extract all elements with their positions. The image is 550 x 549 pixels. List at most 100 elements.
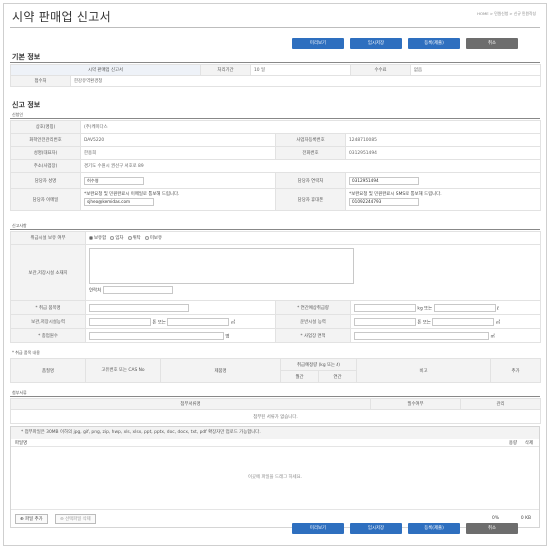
contact-label: 연락처 [89,288,102,294]
upload-panel: * 첨부파일은 30MB 이하의 jpg, gif, png, zip, hwp… [10,426,540,528]
annual-unit-l: ℓ [497,306,499,311]
transport-label: 운반시설 능력 [275,314,351,329]
submit-button[interactable]: 등록(제출) [408,38,460,49]
col-product: 제품명 [160,358,281,383]
add-file-label: 파일 추가 [25,517,43,522]
temp-save-button[interactable]: 임시저장 [350,38,402,49]
form-name: 시약 판매업 신고서 [9,64,202,76]
col-month: 월간 [280,370,319,383]
col-del: 삭제 [524,441,533,446]
add-goods-button[interactable]: 추가 [490,358,542,383]
addr-value: 경기도 수원시 권선구 서호로 89 [79,159,542,173]
biz-no-label: 사업자등록번호 [275,133,346,147]
preview-button[interactable]: 미리보기 [292,38,344,49]
storage-yn-label: 취급시설 보유 여부 [10,231,86,245]
basic-divider [10,62,540,63]
company-label: 상호(명칭) [10,120,81,134]
radio-lease[interactable] [110,235,115,240]
transport-m3-input[interactable] [432,317,495,326]
col-amount: 취급예정량 (kg 또는 ℓ) [279,358,358,371]
title-divider [10,27,540,28]
drop-zone[interactable]: 이곳에 파일을 드래그 하세요. [11,447,539,509]
goods-table: 품질명 고유번호 또는 CAS No 제품명 취급예정량 (kg 또는 ℓ) 비… [10,358,542,383]
manager-name-input[interactable]: 허수영 [84,176,144,185]
period-label: 처리기간 [200,64,252,76]
company-value: (주)케미다스 [79,120,542,134]
biz-no-value: 1248710085 [344,133,542,147]
storage-addr-textarea[interactable] [89,248,354,284]
agency-label: 접수처 [10,75,71,87]
col-manage: 관리 [460,398,541,410]
fee-value: 없음 [410,64,542,76]
transport-ton-input[interactable] [354,317,416,326]
basic-info-table: 시약 판매업 신고서 처리기간 10 일 수수료 없음 접수처 한강유역환경청 [9,64,542,87]
col-doc: 첨부서류명 [10,398,371,410]
attach-table: 첨부서류명 필수여부 관리 첨부된 서류가 없습니다. [10,398,541,424]
agency-value: 한강유역환경청 [69,75,542,87]
hazard-input[interactable] [89,303,189,312]
capacity-m3-input[interactable] [167,317,230,326]
radio-lease-label: 임차 [115,236,124,241]
radio-none-label: 미보유 [149,236,162,241]
clip-icon: ⊕ [20,517,24,522]
staff-input[interactable] [89,331,224,340]
phone-label: 전화번호 [275,146,346,160]
area-unit: ㎡ [490,334,495,339]
radio-own[interactable] [89,235,93,240]
upload-size: 0 KB [520,516,531,521]
temp-save-button-bottom[interactable]: 임시저장 [350,523,402,534]
add-file-button[interactable]: ⊕ 파일 추가 [15,514,48,524]
capacity-ton-input[interactable] [89,317,151,326]
cancel-button[interactable]: 취소 [466,38,518,49]
breadcrumb[interactable]: HOME > 민원신청 > 신규 민원작성 [477,11,536,17]
upload-notice: * 첨부파일은 30MB 이하의 jpg, gif, png, zip, hwp… [11,427,539,439]
mobile-label: 담당자 휴대폰 [275,188,346,211]
radio-consign[interactable] [127,235,132,240]
area-label: * 사업장 면적 [275,328,351,343]
items-divider [10,229,540,230]
report-divider [10,118,540,119]
fee-label: 수수료 [350,64,412,76]
contact-input[interactable] [102,286,173,294]
manager-contact-input[interactable]: 0312951494 [349,176,419,185]
transport-unit-m3: ㎥ [495,320,501,325]
col-size: 용량 [508,441,517,446]
staff-label: * 종업원수 [10,328,86,343]
applicant-table: 상호(명칭) (주)케미다스 화학안전관리번호 DAV5220 사업자등록번호 … [10,120,542,211]
submit-button-bottom[interactable]: 등록(제출) [408,523,460,534]
delete-icon: ⊖ [60,517,64,522]
radio-none[interactable] [144,235,149,240]
attach-divider [10,396,540,397]
mobile-input[interactable]: 01092244793 [349,198,419,207]
manager-contact-label: 담당자 연락처 [275,172,346,189]
phone-value: 0312951494 [344,146,542,160]
manager-label: 담당자 성명 [10,172,81,189]
transport-unit-ton: 톤 또는 [417,320,431,325]
area-input[interactable] [354,331,489,340]
email-input[interactable]: sjheo@kemidas.com [84,198,154,207]
col-year: 연간 [317,370,358,383]
attach-empty: 첨부된 서류가 없습니다. [10,409,541,424]
cancel-button-bottom[interactable]: 취소 [466,523,518,534]
annual-l-input[interactable] [433,303,496,312]
annual-label: * 연간예상취급량 [275,300,351,315]
rep-label: 성명(대표자) [10,146,81,160]
preview-button-bottom[interactable]: 미리보기 [292,523,344,534]
capacity-unit-m3: ㎥ [230,320,236,325]
hazard-label: * 취급 품목명 [10,300,86,315]
addr-label: 주소(사업장) [10,159,81,173]
delete-file-button[interactable]: ⊖ 선택파일 삭제 [55,514,96,524]
col-cas: 고유번호 또는 CAS No [85,358,161,383]
capacity-label: 보관,저장시설능력 [10,314,86,329]
col-file: 파일명 [15,441,28,446]
annual-kg-input[interactable] [354,303,416,312]
basic-info-title: 기본 정보 [12,53,41,61]
annual-unit-kg: kg 또는 [417,306,433,311]
storage-addr-label: 보관,저장시설 소재지 [10,244,86,301]
page-title: 시약 판매업 신고서 [12,10,111,24]
col-note: 비고 [356,358,492,383]
staff-unit: 명 [225,334,230,339]
email-label: 담당자 이메일 [10,188,81,211]
capacity-unit-ton: 톤 또는 [152,320,166,325]
radio-own-label: 보유함 [94,236,107,241]
